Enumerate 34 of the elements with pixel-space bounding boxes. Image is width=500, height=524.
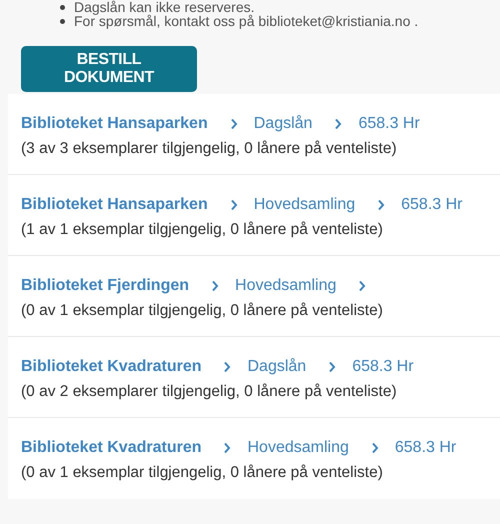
chevron-right-icon (377, 199, 386, 211)
bullet-icon (60, 18, 65, 24)
shelfmark-text: 658.3 Hr (401, 196, 462, 214)
order-document-button[interactable]: BESTILL DOKUMENT (21, 46, 197, 92)
chevron-right-icon (223, 442, 232, 454)
availability-text: (0 av 2 eksemplarer tilgjengelig, 0 lånere på venteliste) (21, 383, 398, 401)
note-text: Dagslån kan ikke reserveres. (74, 0, 255, 14)
availability-text: (0 av 1 eksemplar tilgjengelig, 0 lånere på venteliste) (21, 464, 384, 482)
collection-link[interactable]: Dagslån (247, 358, 306, 376)
collection-link[interactable]: Dagslån (254, 115, 312, 133)
library-link[interactable]: Biblioteket Fjerdingen (21, 277, 190, 295)
availability-text: (3 av 3 eksemplarer tilgjengelig, 0 lånere på venteliste) (21, 140, 398, 158)
collection-link[interactable]: Hovedsamling (254, 196, 356, 214)
library-link[interactable]: Biblioteket Kvadraturen (21, 439, 202, 457)
chevron-right-icon (230, 199, 238, 211)
chevron-right-icon (328, 361, 336, 373)
availability-text: (0 av 1 eksemplar tilgjengelig, 0 lånere på venteliste) (21, 302, 384, 320)
collection-link[interactable]: Hovedsamling (235, 277, 336, 295)
shelfmark-text: 658.3 Hr (358, 115, 420, 133)
chevron-right-icon (230, 118, 238, 130)
chevron-right-icon (223, 361, 232, 373)
library-link[interactable]: Biblioteket Kvadraturen (21, 358, 202, 376)
chevron-right-icon (370, 442, 379, 454)
chevron-right-icon (211, 280, 220, 292)
bullet-icon (60, 4, 65, 10)
shelfmark-text: 658.3 Hr (352, 358, 414, 376)
availability-text: (1 av 1 eksemplar tilgjengelig, 0 lånere på venteliste) (21, 221, 384, 239)
library-link[interactable]: Biblioteket Hansaparken (21, 115, 208, 133)
collection-link[interactable]: Hovedsamling (247, 439, 349, 457)
library-link[interactable]: Biblioteket Hansaparken (21, 196, 208, 214)
note-text: For spørsmål, kontakt oss på biblioteket@kristiania.no . (74, 14, 418, 28)
chevron-right-icon (334, 118, 342, 130)
chevron-right-icon (358, 280, 366, 292)
shelfmark-text: 658.3 Hr (394, 439, 456, 457)
